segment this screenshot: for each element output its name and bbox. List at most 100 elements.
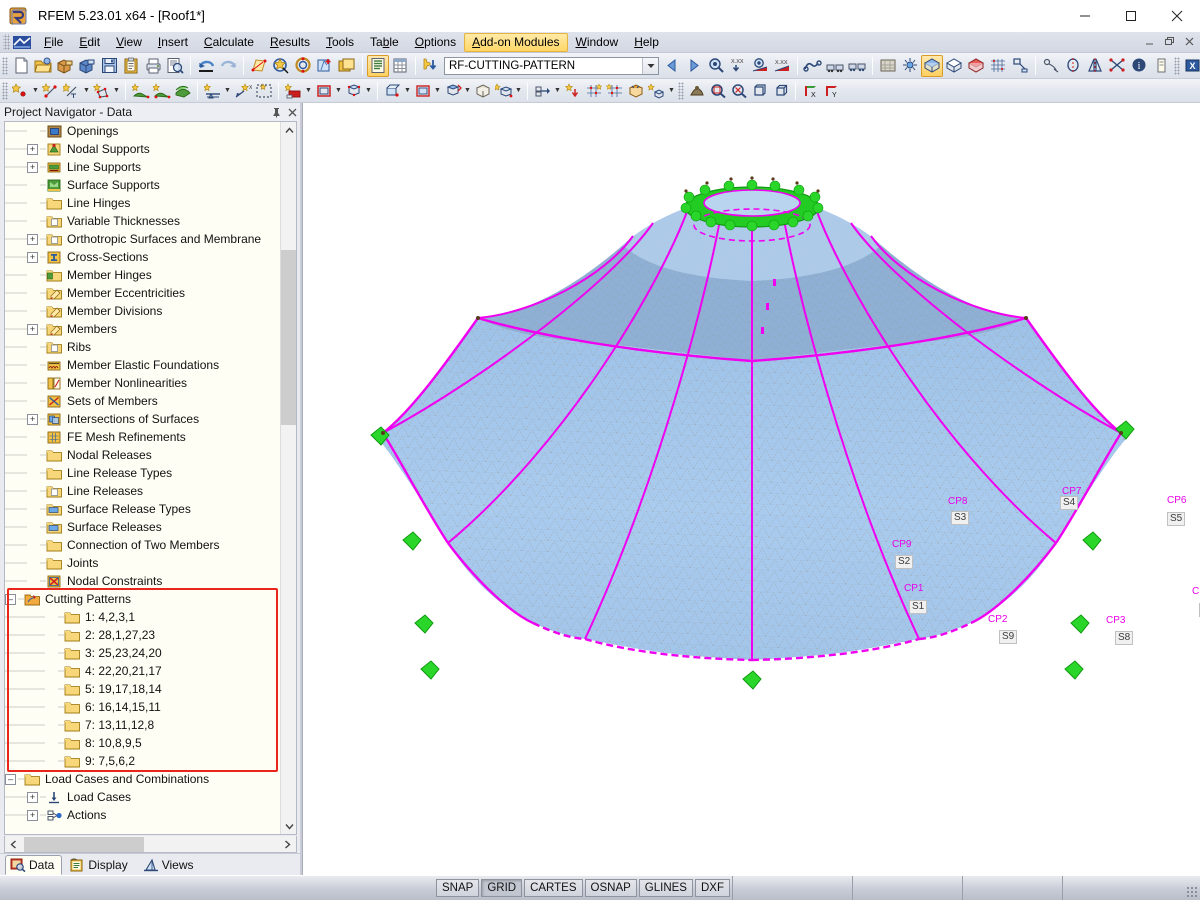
new-solid-button[interactable]: [172, 81, 193, 101]
new-frame-load-dropdown[interactable]: ▼: [334, 81, 343, 101]
new-surface-button[interactable]: [130, 81, 151, 101]
surface-load-button[interactable]: [382, 81, 403, 101]
tables-list-button[interactable]: [367, 54, 389, 77]
status-toggle-glines[interactable]: GLINES: [638, 879, 693, 897]
export-excel-button[interactable]: X: [1182, 55, 1200, 77]
copy-object-dropdown[interactable]: ▼: [514, 81, 523, 101]
tree-item[interactable]: 2: 28,1,27,23: [5, 626, 280, 644]
tree-item[interactable]: Member Eccentricities: [5, 284, 280, 302]
tree-expand-button[interactable]: +: [27, 251, 38, 263]
show-loads-button[interactable]: [1009, 55, 1031, 77]
menu-add-on-modules[interactable]: Add-on Modules: [464, 32, 568, 52]
clipboard-button[interactable]: [120, 55, 142, 77]
result-diagram-button[interactable]: [749, 55, 771, 77]
status-toggle-cartes[interactable]: CARTES: [524, 879, 583, 897]
printout-report2-button[interactable]: [824, 55, 846, 77]
save-button[interactable]: [98, 55, 120, 77]
tree-item[interactable]: 4: 22,20,21,17: [5, 662, 280, 680]
navigator-tab-views[interactable]: Views: [138, 855, 202, 875]
connect-lines-dropdown[interactable]: ▼: [553, 81, 562, 101]
printout-report3-button[interactable]: [846, 55, 868, 77]
solid-model-button[interactable]: [472, 81, 493, 101]
toolbar-grip-1[interactable]: [2, 56, 8, 75]
tree-item[interactable]: Joints: [5, 554, 280, 572]
window-close-button[interactable]: [1154, 0, 1200, 32]
menu-table[interactable]: Table: [362, 33, 407, 52]
tree-item[interactable]: + Actions: [5, 806, 280, 824]
cutting-pattern-button[interactable]: [625, 81, 646, 101]
tree-item[interactable]: Surface Supports: [5, 176, 280, 194]
show-supports-button[interactable]: [965, 55, 987, 77]
status-toggle-grid[interactable]: GRID: [481, 879, 523, 897]
view-x-axis-button[interactable]: X: [800, 81, 821, 101]
toolbar2-grip-2[interactable]: [678, 81, 684, 100]
tree-item[interactable]: FE Mesh Refinements: [5, 428, 280, 446]
tree-item[interactable]: + Line Supports: [5, 158, 280, 176]
new-polyline-button[interactable]: [91, 81, 112, 101]
new-support-dropdown[interactable]: ▼: [223, 81, 232, 101]
result-values-button[interactable]: X.XX: [727, 55, 749, 77]
menu-window[interactable]: Window: [568, 33, 627, 52]
menu-edit[interactable]: Edit: [71, 33, 108, 52]
tree-item[interactable]: – Load Cases and Combinations: [5, 770, 280, 788]
render-solid-button[interactable]: [877, 55, 899, 77]
status-toggle-dxf[interactable]: DXF: [694, 879, 730, 897]
tree-expand-button[interactable]: +: [27, 809, 38, 821]
zoom-out-button[interactable]: [728, 81, 749, 101]
tree-item[interactable]: 5: 19,17,18,14: [5, 680, 280, 698]
selection-window-button[interactable]: [253, 81, 274, 101]
surface-load-dropdown[interactable]: ▼: [403, 81, 412, 101]
table-grid-button[interactable]: [389, 55, 411, 77]
print-button[interactable]: [142, 55, 164, 77]
module-launch-icon[interactable]: [420, 55, 442, 77]
window-minimize-button[interactable]: [1062, 0, 1108, 32]
new-hinge-button[interactable]: XX: [232, 81, 253, 101]
new-dimension-button[interactable]: [61, 81, 82, 101]
new-load-button[interactable]: [283, 81, 304, 101]
open-file-button[interactable]: [32, 55, 54, 77]
zoom-all-button[interactable]: [749, 81, 770, 101]
tree-item[interactable]: + Intersections of Surfaces: [5, 410, 280, 428]
tree-item[interactable]: Surface Release Types: [5, 500, 280, 518]
add-select-button[interactable]: [314, 55, 336, 77]
tree-item[interactable]: 1: 4,2,3,1: [5, 608, 280, 626]
new-dimension-dropdown[interactable]: ▼: [82, 81, 91, 101]
insert-node-button[interactable]: [562, 81, 583, 101]
mesh-refine2-button[interactable]: [604, 81, 625, 101]
undo-button[interactable]: [195, 55, 217, 77]
tree-item[interactable]: Surface Releases: [5, 518, 280, 536]
menu-view[interactable]: View: [108, 33, 150, 52]
tree-item[interactable]: Line Releases: [5, 482, 280, 500]
pin-icon[interactable]: [268, 104, 284, 120]
show-results-button[interactable]: [705, 55, 727, 77]
tree-item[interactable]: Ribs: [5, 338, 280, 356]
tree-expand-button[interactable]: +: [27, 791, 38, 803]
tree-expand-button[interactable]: +: [27, 323, 38, 335]
view-model-button[interactable]: [686, 81, 707, 101]
mdi-minimize-button[interactable]: [1142, 34, 1156, 49]
zoom-in-button[interactable]: [707, 81, 728, 101]
mirror-button[interactable]: [1062, 55, 1084, 77]
details-button[interactable]: [1150, 55, 1172, 77]
tree-expand-button[interactable]: +: [27, 233, 38, 245]
tree-item[interactable]: Line Hinges: [5, 194, 280, 212]
open-project-button[interactable]: [54, 55, 76, 77]
move-rotate-button[interactable]: [442, 81, 463, 101]
new-line-button[interactable]: [40, 81, 61, 101]
menu-help[interactable]: Help: [626, 33, 667, 52]
previous-result-button[interactable]: [661, 55, 683, 77]
view-perspective-button[interactable]: [770, 81, 791, 101]
status-toggle-osnap[interactable]: OSNAP: [584, 879, 637, 897]
rectangle-load-button[interactable]: [412, 81, 433, 101]
navigator-tree[interactable]: Openings + Nodal Supports + Line Supports Sur…: [5, 122, 280, 834]
new-load-dropdown[interactable]: ▼: [304, 81, 313, 101]
tree-collapse-button[interactable]: –: [5, 593, 16, 605]
menu-calculate[interactable]: Calculate: [196, 33, 262, 52]
new-polyline-dropdown[interactable]: ▼: [112, 81, 121, 101]
window-maximize-button[interactable]: [1108, 0, 1154, 32]
tree-item[interactable]: Nodal Releases: [5, 446, 280, 464]
chevron-down-icon[interactable]: [642, 57, 658, 74]
tree-item[interactable]: Variable Thicknesses: [5, 212, 280, 230]
tree-collapse-button[interactable]: –: [5, 773, 16, 785]
status-toggle-snap[interactable]: SNAP: [436, 879, 480, 897]
